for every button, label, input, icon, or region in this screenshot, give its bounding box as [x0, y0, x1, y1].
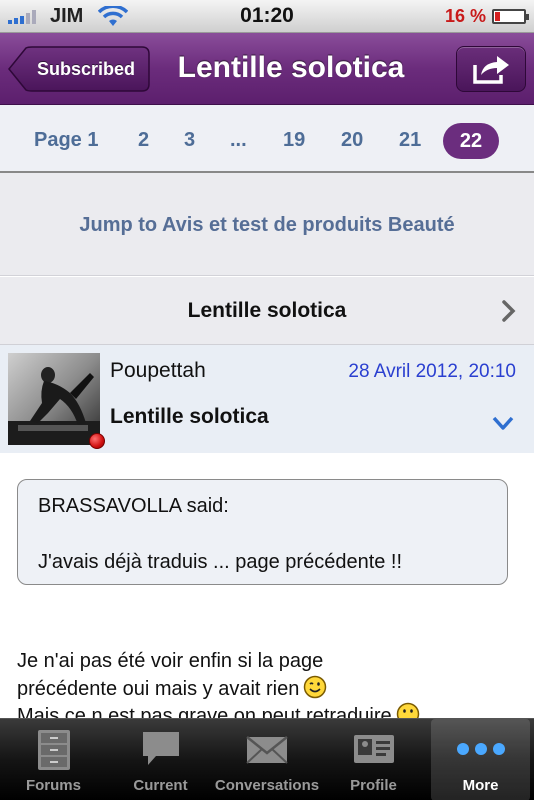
page-link-2[interactable]: 2 [138, 105, 149, 175]
more-dots-icon [456, 743, 505, 755]
tab-current[interactable]: Current [107, 719, 214, 800]
page-ellipsis[interactable]: ... [230, 105, 247, 175]
quote-author: BRASSAVOLLA said: [38, 495, 229, 517]
chevron-down-icon[interactable] [492, 415, 514, 431]
post-subject: Lentille solotica [110, 405, 269, 428]
post-text-line: Je n'ai pas été voir enfin si la page [17, 650, 324, 672]
share-button[interactable] [456, 46, 526, 92]
post-body: Je n'ai pas été voir enfin si la page pr… [17, 648, 517, 703]
page-link-20[interactable]: 20 [341, 105, 363, 175]
tab-profile[interactable]: Profile [320, 719, 427, 800]
tab-label: Profile [350, 777, 397, 794]
speech-bubble-icon [142, 732, 179, 765]
chevron-right-icon [502, 300, 516, 322]
post-author[interactable]: Poupettah [110, 359, 206, 383]
page-title: Lentille solotica [177, 51, 405, 84]
post-text-line: précédente oui mais y avait rien [17, 678, 300, 700]
battery-level [495, 12, 500, 21]
page-current[interactable]: 22 [443, 123, 499, 159]
wink-smiley-icon [304, 675, 327, 699]
post-text-line-with-smiley: précédente oui mais y avait rien [17, 675, 517, 703]
battery-percentage: 16 % [444, 6, 486, 26]
envelope-icon [246, 736, 288, 764]
back-button-label: Subscribed [36, 59, 136, 79]
jump-section: Jump to Avis et test de produits Beauté [0, 173, 534, 276]
cabinet-icon [37, 730, 70, 770]
tab-label: More [462, 777, 499, 794]
tab-forums[interactable]: Forums [0, 719, 107, 800]
tab-conversations[interactable]: Conversations [214, 719, 320, 800]
tab-label: Conversations [214, 777, 320, 794]
status-bar: JIM 01:20 16 % [0, 0, 534, 33]
page-link-21[interactable]: 21 [399, 105, 421, 175]
quote-text: J'avais déjà traduis ... page précédente… [38, 551, 403, 573]
nav-bar: Subscribed Lentille solotica [0, 33, 534, 105]
page-link-1[interactable]: Page 1 [34, 105, 98, 175]
subscribed-back-button[interactable]: Subscribed [8, 46, 150, 92]
id-card-icon [353, 735, 394, 763]
battery-icon [492, 9, 529, 24]
pagination: Page 1 2 3 ... 19 20 21 22 [0, 105, 534, 173]
share-icon [473, 56, 509, 84]
quote-block: BRASSAVOLLA said: J'avais déjà traduis .… [17, 479, 508, 585]
online-status-icon [89, 433, 105, 449]
avatar[interactable] [8, 353, 100, 445]
tab-bar: Forums Current Conversations Profile Mor… [0, 718, 534, 800]
tab-label: Current [133, 777, 188, 794]
tab-label: Forums [25, 777, 81, 794]
page-link-19[interactable]: 19 [283, 105, 305, 175]
thread-title-row[interactable]: Lentille solotica [0, 277, 534, 345]
thread-title: Lentille solotica [187, 299, 347, 322]
post-header: Poupettah 28 Avril 2012, 20:10 Lentille … [0, 345, 534, 453]
post-date: 28 Avril 2012, 20:10 [348, 361, 516, 382]
page-link-3[interactable]: 3 [184, 105, 195, 175]
jump-to-forum-link[interactable]: Jump to Avis et test de produits Beauté [0, 173, 534, 277]
tab-more[interactable]: More [431, 719, 530, 800]
